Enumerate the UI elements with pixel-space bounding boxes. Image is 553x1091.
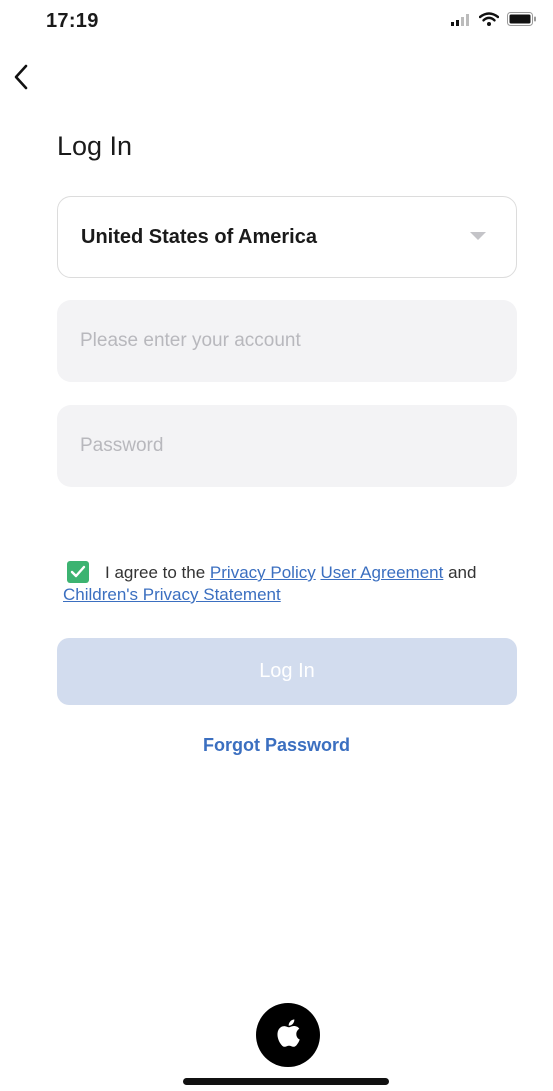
back-button[interactable]: [6, 62, 36, 96]
country-value: United States of America: [81, 225, 317, 248]
agree-and: and: [448, 563, 477, 582]
login-screen: 17:19 Log In United States of America Pl…: [0, 0, 553, 1091]
country-select[interactable]: United States of America: [57, 196, 517, 278]
password-input[interactable]: [57, 405, 517, 487]
page-title: Log In: [57, 131, 133, 161]
home-indicator: [183, 1078, 389, 1085]
apple-signin-button[interactable]: [256, 1003, 320, 1067]
forgot-password-link[interactable]: Forgot Password: [0, 735, 553, 756]
wifi-icon: [478, 12, 500, 31]
login-button[interactable]: Log In: [57, 638, 517, 705]
agree-checkbox[interactable]: [67, 561, 89, 583]
signal-icon: [451, 13, 471, 31]
childrens-privacy-link[interactable]: Children's Privacy Statement: [63, 585, 281, 604]
status-icons: [451, 12, 537, 31]
battery-icon: [507, 12, 537, 31]
status-time: 17:19: [46, 10, 99, 32]
agree-prefix: I agree to the: [105, 563, 206, 582]
caret-down-icon: [470, 228, 486, 246]
account-input[interactable]: [57, 300, 517, 382]
agreement-text: I agree to the Privacy Policy User Agree…: [63, 561, 513, 606]
chevron-left-icon: [13, 64, 29, 95]
privacy-policy-link[interactable]: Privacy Policy: [210, 563, 316, 582]
apple-icon: [275, 1018, 301, 1053]
user-agreement-link-part2: Agreement: [360, 563, 444, 582]
checkmark-icon: [70, 565, 86, 578]
user-agreement-link[interactable]: User Agreement: [320, 563, 443, 582]
user-agreement-link-part1: User: [320, 563, 357, 582]
